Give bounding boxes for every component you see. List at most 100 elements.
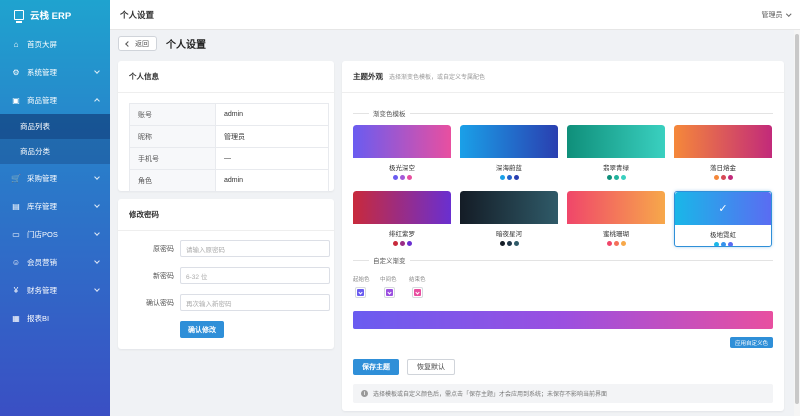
password-field-label: 新密码 xyxy=(153,272,174,280)
chevron-down-icon xyxy=(94,286,100,292)
user-menu[interactable]: 管理员 xyxy=(762,10,791,20)
report-icon: ▦ xyxy=(12,313,20,323)
end-color-label: 结束色 xyxy=(409,277,426,283)
logo-icon xyxy=(14,10,24,23)
member-icon: ☺ xyxy=(11,257,21,267)
template-gradient xyxy=(674,125,772,158)
sidebar-item-4[interactable]: ▤ 库存管理 xyxy=(0,192,110,220)
page-title: 个人设置 xyxy=(166,40,206,51)
password-row: 确认密码 再次输入新密码 xyxy=(118,293,334,312)
template-color-dots xyxy=(567,241,665,246)
color-dot xyxy=(613,241,619,246)
confirm-password-field[interactable]: 再次输入新密码 xyxy=(180,294,330,311)
mid-color-picker[interactable] xyxy=(384,287,395,298)
sidebar-subitem-0[interactable]: 商品列表 xyxy=(0,114,110,139)
home-icon: ⌂ xyxy=(13,39,19,49)
confirm-change-button[interactable]: 确认修改 xyxy=(180,321,224,338)
profile-key: 角色 xyxy=(129,169,216,192)
finance-icon: ¥ xyxy=(13,285,19,295)
color-dot xyxy=(399,241,405,246)
topbar: 个人设置 管理员 xyxy=(110,0,800,30)
chevron-down-icon xyxy=(785,11,791,16)
sidebar-item-5[interactable]: ▭ 门店POS xyxy=(0,220,110,248)
theme-template-emerald[interactable]: 翡翠青绿 xyxy=(567,125,665,181)
sidebar-item-label: 首页大屏 xyxy=(27,39,57,49)
color-dot xyxy=(506,241,512,246)
password-card-title: 修改密码 xyxy=(118,199,334,231)
theme-template-crimson[interactable]: 绯红紫罗 xyxy=(353,191,451,247)
profile-card: 个人信息 账号 admin 昵称 管理员 手机号 — 角色 admin xyxy=(118,61,334,192)
page-scrollbar[interactable] xyxy=(794,30,800,416)
sidebar-item-label: 库存管理 xyxy=(27,201,57,211)
chevron-down-icon xyxy=(94,68,100,74)
start-color-swatch xyxy=(357,289,364,296)
theme-template-deep-sea[interactable]: 深海蔚蓝 xyxy=(460,125,558,181)
sidebar-subitem-1[interactable]: 商品分类 xyxy=(0,139,110,164)
color-dot xyxy=(713,175,719,180)
chevron-left-icon xyxy=(125,40,131,47)
end-color-swatch xyxy=(414,289,421,296)
app-logo[interactable]: 云栈 ERP xyxy=(0,0,110,30)
template-gradient xyxy=(567,125,665,158)
back-button-label: 返回 xyxy=(135,40,149,48)
password-card: 修改密码 原密码 请输入原密码新密码 6-32 位确认密码 再次输入新密码 确认修改 xyxy=(118,199,334,349)
start-color-label: 起始色 xyxy=(353,277,370,283)
template-name: 暗夜星河 xyxy=(496,231,522,238)
template-gradient xyxy=(460,125,558,158)
gear-icon: ⚙ xyxy=(12,67,20,77)
template-gradient xyxy=(567,191,665,224)
sidebar-item-3[interactable]: 🛒 采购管理 xyxy=(0,164,110,192)
theme-template-sunset[interactable]: 落日熔金 xyxy=(674,125,772,181)
sidebar: 云栈 ERP ⌂ 首页大屏 ⚙ 系统管理 ▣ 商品管理 商品列表 商品分类 🛒 采购管理 ▤ 库存管理… xyxy=(0,0,110,416)
color-dot xyxy=(513,241,519,246)
theme-card-subtitle: 选择渐变色模板，或自定义专属配色 xyxy=(389,75,486,81)
color-dot xyxy=(620,241,626,246)
template-color-dots xyxy=(567,175,665,180)
end-color-picker[interactable] xyxy=(412,287,423,298)
warehouse-icon: ▤ xyxy=(12,201,20,211)
theme-template-aurora[interactable]: 极光深空 xyxy=(353,125,451,181)
sidebar-submenu: 商品列表 商品分类 xyxy=(0,114,110,164)
sidebar-item-2[interactable]: ▣ 商品管理 xyxy=(0,86,110,114)
sidebar-item-label: 系统管理 xyxy=(27,67,57,77)
sidebar-item-label: 会员营销 xyxy=(27,257,57,267)
back-button[interactable]: 返回 xyxy=(118,36,157,51)
profile-key: 手机号 xyxy=(129,147,216,170)
profile-card-title: 个人信息 xyxy=(118,61,334,93)
mid-color-swatch xyxy=(386,289,393,296)
start-color-picker[interactable] xyxy=(355,287,366,298)
theme-template-night-sky[interactable]: 暗夜星河 xyxy=(460,191,558,247)
template-color-dots xyxy=(460,175,558,180)
template-name: 绯红紫罗 xyxy=(389,231,415,238)
gradient-preview xyxy=(353,311,773,329)
template-name: 落日熔金 xyxy=(710,165,736,172)
theme-template-polar-neon[interactable]: ✓ 极地霓虹 xyxy=(674,191,772,247)
save-theme-button[interactable]: 保存主题 xyxy=(353,359,399,375)
old-password-field[interactable]: 请输入原密码 xyxy=(180,240,330,257)
chevron-down-icon xyxy=(94,174,100,180)
sidebar-item-8[interactable]: ▦ 报表BI xyxy=(0,304,110,332)
custom-section-label: 自定义渐变 xyxy=(353,255,773,265)
reset-default-button[interactable]: 恢复默认 xyxy=(407,359,455,375)
sidebar-item-1[interactable]: ⚙ 系统管理 xyxy=(0,58,110,86)
color-dot xyxy=(499,175,505,180)
table-row: 角色 admin xyxy=(129,169,329,192)
new-password-field[interactable]: 6-32 位 xyxy=(180,267,330,284)
sidebar-item-6[interactable]: ☺ 会员营销 xyxy=(0,248,110,276)
sidebar-menu: ⌂ 首页大屏 ⚙ 系统管理 ▣ 商品管理 商品列表 商品分类 🛒 采购管理 ▤ 库存管理 ▭ 门店POS ☺… xyxy=(0,30,110,332)
profile-key: 账号 xyxy=(129,103,216,126)
box-icon: ▣ xyxy=(12,95,20,105)
info-icon: i xyxy=(361,390,368,397)
scrollbar-thumb[interactable] xyxy=(795,34,799,404)
apply-custom-button[interactable]: 应用自定义色 xyxy=(729,337,773,348)
template-name: 极光深空 xyxy=(389,165,415,172)
password-field-label: 原密码 xyxy=(153,245,174,253)
check-icon: ✓ xyxy=(718,203,728,215)
theme-template-peach[interactable]: 蜜桃珊瑚 xyxy=(567,191,665,247)
profile-value: — xyxy=(215,147,329,170)
template-gradient xyxy=(460,191,558,224)
custom-label: 自定义渐变 xyxy=(369,255,410,265)
chevron-down-icon xyxy=(94,230,100,236)
sidebar-item-0[interactable]: ⌂ 首页大屏 xyxy=(0,30,110,58)
sidebar-item-7[interactable]: ¥ 财务管理 xyxy=(0,276,110,304)
